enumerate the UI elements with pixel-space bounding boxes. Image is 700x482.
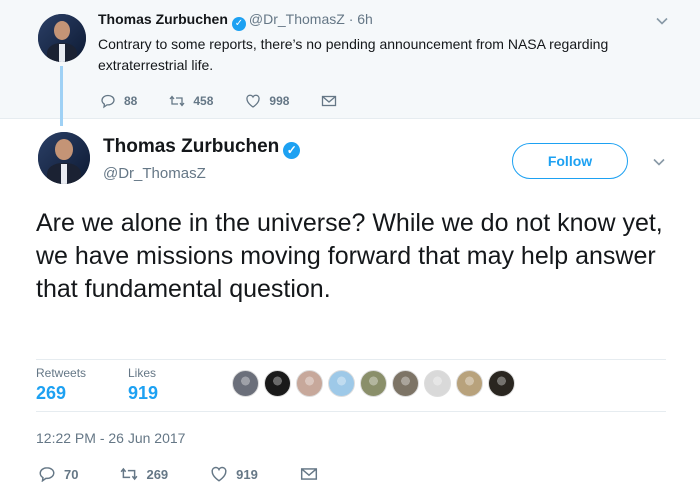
like-button[interactable]: 919 — [210, 465, 258, 482]
thread-connector-line — [60, 66, 63, 126]
follow-button[interactable]: Follow — [512, 143, 628, 179]
likes-stat[interactable]: Likes 919 — [128, 366, 158, 404]
main-author-name[interactable]: Thomas Zurbuchen — [103, 136, 279, 157]
retweet-icon — [121, 467, 138, 481]
main-tweet-text: Are we alone in the universe? While we d… — [36, 209, 663, 303]
parent-tweet[interactable]: Thomas Zurbuchen ✓ @Dr_ThomasZ · 6h Contra… — [0, 0, 700, 119]
reply-button[interactable]: 70 — [38, 465, 78, 482]
reply-icon — [39, 467, 55, 482]
reply-button[interactable]: 88 — [100, 93, 137, 109]
divider — [36, 411, 666, 412]
chevron-down-icon[interactable] — [653, 155, 665, 167]
like-count: 998 — [269, 94, 290, 108]
liker-avatar[interactable] — [360, 370, 387, 397]
retweets-value: 269 — [36, 383, 67, 403]
liker-avatar[interactable] — [232, 370, 259, 397]
like-icon — [211, 466, 227, 482]
liker-avatars — [232, 370, 520, 397]
retweet-count: 269 — [146, 466, 169, 482]
direct-message-icon — [322, 95, 337, 107]
like-button[interactable]: 998 — [245, 93, 289, 109]
liker-avatar[interactable] — [328, 370, 355, 397]
liker-avatar[interactable] — [296, 370, 323, 397]
chevron-down-icon[interactable] — [656, 14, 668, 26]
like-count: 919 — [236, 466, 258, 482]
retweets-label: Retweets — [36, 366, 87, 380]
liker-avatar[interactable] — [264, 370, 291, 397]
parent-avatar[interactable] — [38, 14, 86, 62]
parent-tweet-actions: 88 458 998 — [100, 93, 377, 109]
retweet-count: 458 — [193, 94, 214, 108]
verified-badge-icon: ✓ — [231, 17, 246, 31]
parent-tweet-text: Contrary to some reports, there’s no pen… — [98, 36, 609, 73]
likes-value: 919 — [128, 383, 159, 403]
reply-count: 70 — [64, 466, 79, 482]
retweet-button[interactable]: 458 — [169, 93, 213, 109]
retweet-icon — [169, 95, 185, 107]
divider — [36, 359, 666, 360]
parent-tweet-header: Thomas Zurbuchen ✓ @Dr_ThomasZ · 6h — [98, 11, 373, 31]
reply-count: 88 — [124, 94, 138, 108]
liker-avatar[interactable] — [424, 370, 451, 397]
like-icon — [246, 94, 261, 108]
tweet-timestamp: 12:22 PM - 26 Jun 2017 — [36, 430, 186, 446]
liker-avatar[interactable] — [456, 370, 483, 397]
parent-author-handle[interactable]: @Dr_ThomasZ — [249, 11, 345, 27]
direct-message-icon — [300, 468, 317, 480]
retweet-button[interactable]: 269 — [120, 465, 168, 482]
main-avatar[interactable] — [38, 132, 90, 184]
retweets-stat[interactable]: Retweets 269 — [36, 366, 86, 404]
likes-label: Likes — [128, 366, 157, 380]
verified-badge-icon: ✓ — [283, 142, 301, 159]
parent-tweet-time[interactable]: · 6h — [349, 11, 373, 27]
parent-author-name[interactable]: Thomas Zurbuchen — [98, 11, 228, 27]
liker-avatar[interactable] — [392, 370, 419, 397]
liker-avatar[interactable] — [488, 370, 515, 397]
main-author-handle[interactable]: @Dr_ThomasZ — [103, 165, 206, 182]
main-author-name-row[interactable]: Thomas Zurbuchen ✓ — [103, 136, 303, 159]
reply-icon — [101, 94, 115, 109]
direct-message-button[interactable] — [321, 93, 345, 109]
main-tweet-actions: 70 269 919 — [38, 465, 368, 482]
direct-message-button[interactable] — [300, 465, 326, 482]
